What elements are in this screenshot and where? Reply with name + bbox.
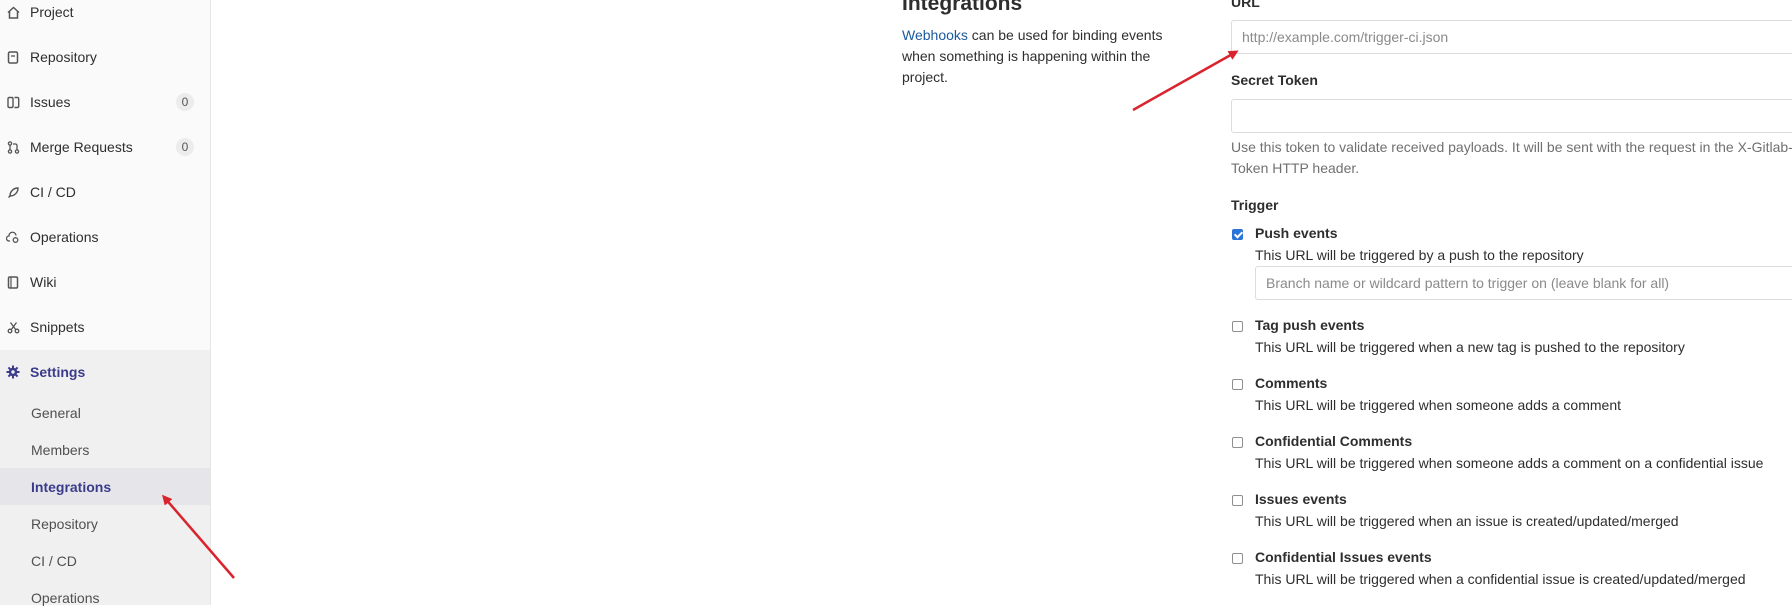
merge-request-icon xyxy=(6,140,20,154)
settings-subitem-operations[interactable]: Operations xyxy=(0,579,210,616)
sidebar-item-label: Wiki xyxy=(30,274,57,290)
webhooks-link[interactable]: Webhooks xyxy=(902,27,968,43)
sidebar-item-label: Issues xyxy=(30,94,71,110)
issues-icon xyxy=(6,95,20,109)
sidebar-item-ci-cd[interactable]: CI / CD xyxy=(0,172,210,212)
tag-push-events-desc: This URL will be triggered when a new ta… xyxy=(1255,339,1685,355)
merge-requests-count-badge: 0 xyxy=(176,138,194,156)
branch-filter-input[interactable] xyxy=(1255,266,1792,300)
url-label: URL xyxy=(1231,0,1260,10)
subitem-label: Repository xyxy=(31,515,98,532)
sidebar-item-repository[interactable]: Repository xyxy=(0,37,210,77)
url-input[interactable] xyxy=(1231,20,1792,54)
doc-icon xyxy=(6,50,20,64)
sidebar: Project Repository Issues 0 Merge Reques… xyxy=(0,0,211,606)
gear-icon xyxy=(6,365,20,379)
secret-token-label: Secret Token xyxy=(1231,72,1318,88)
sidebar-item-project[interactable]: Project xyxy=(0,0,210,32)
sidebar-item-merge-requests[interactable]: Merge Requests 0 xyxy=(0,127,210,167)
sidebar-item-label: Operations xyxy=(30,229,99,245)
book-icon xyxy=(6,275,20,289)
comments-checkbox[interactable] xyxy=(1232,379,1243,390)
comments-desc: This URL will be triggered when someone … xyxy=(1255,397,1621,413)
confidential-comments-checkbox[interactable] xyxy=(1232,437,1243,448)
settings-subitem-ci-cd[interactable]: CI / CD xyxy=(0,542,210,579)
settings-subitem-repository[interactable]: Repository xyxy=(0,505,210,542)
sidebar-item-label: Settings xyxy=(30,364,86,380)
sidebar-item-label: CI / CD xyxy=(30,184,76,200)
subitem-label: Members xyxy=(31,441,90,458)
sidebar-item-snippets[interactable]: Snippets xyxy=(0,307,210,347)
secret-token-input[interactable] xyxy=(1231,99,1792,133)
tag-push-events-title: Tag push events xyxy=(1255,317,1365,333)
push-events-desc: This URL will be triggered by a push to … xyxy=(1255,247,1584,263)
sidebar-item-label: Repository xyxy=(30,49,97,65)
confidential-issues-events-title: Confidential Issues events xyxy=(1255,549,1432,565)
settings-subitem-integrations[interactable]: Integrations xyxy=(0,468,210,505)
issues-count-badge: 0 xyxy=(176,93,194,111)
tag-push-events-checkbox[interactable] xyxy=(1232,321,1243,332)
sidebar-item-label: Project xyxy=(30,4,74,20)
issues-events-desc: This URL will be triggered when an issue… xyxy=(1255,513,1679,529)
issues-events-title: Issues events xyxy=(1255,491,1347,507)
subitem-label: Operations xyxy=(31,589,100,606)
scissors-icon xyxy=(6,320,20,334)
section-title: Integrations xyxy=(902,0,1023,15)
sidebar-item-operations[interactable]: Operations xyxy=(0,217,210,257)
home-icon xyxy=(6,5,20,19)
subitem-label: General xyxy=(31,404,81,421)
subitem-label: CI / CD xyxy=(31,552,77,569)
push-events-checkbox[interactable] xyxy=(1232,229,1243,240)
settings-subitem-members[interactable]: Members xyxy=(0,431,210,468)
section-description: Webhooks can be used for binding events … xyxy=(902,25,1182,88)
cloud-gear-icon xyxy=(6,230,20,244)
rocket-icon xyxy=(6,185,20,199)
secret-token-help: Use this token to validate received payl… xyxy=(1231,139,1792,176)
issues-events-checkbox[interactable] xyxy=(1232,495,1243,506)
confidential-comments-desc: This URL will be triggered when someone … xyxy=(1255,455,1764,471)
confidential-comments-title: Confidential Comments xyxy=(1255,433,1413,449)
sidebar-item-wiki[interactable]: Wiki xyxy=(0,262,210,302)
trigger-label: Trigger xyxy=(1231,197,1279,213)
sidebar-item-label: Snippets xyxy=(30,319,85,335)
sidebar-item-settings[interactable]: Settings xyxy=(0,352,210,392)
sidebar-item-label: Merge Requests xyxy=(30,139,133,155)
subitem-label: Integrations xyxy=(31,478,112,495)
confidential-issues-events-desc: This URL will be triggered when a confid… xyxy=(1255,571,1746,587)
push-events-title: Push events xyxy=(1255,225,1338,241)
comments-title: Comments xyxy=(1255,375,1328,391)
settings-subitem-general[interactable]: General xyxy=(0,394,210,431)
confidential-issues-events-checkbox[interactable] xyxy=(1232,553,1243,564)
sidebar-item-issues[interactable]: Issues 0 xyxy=(0,82,210,122)
